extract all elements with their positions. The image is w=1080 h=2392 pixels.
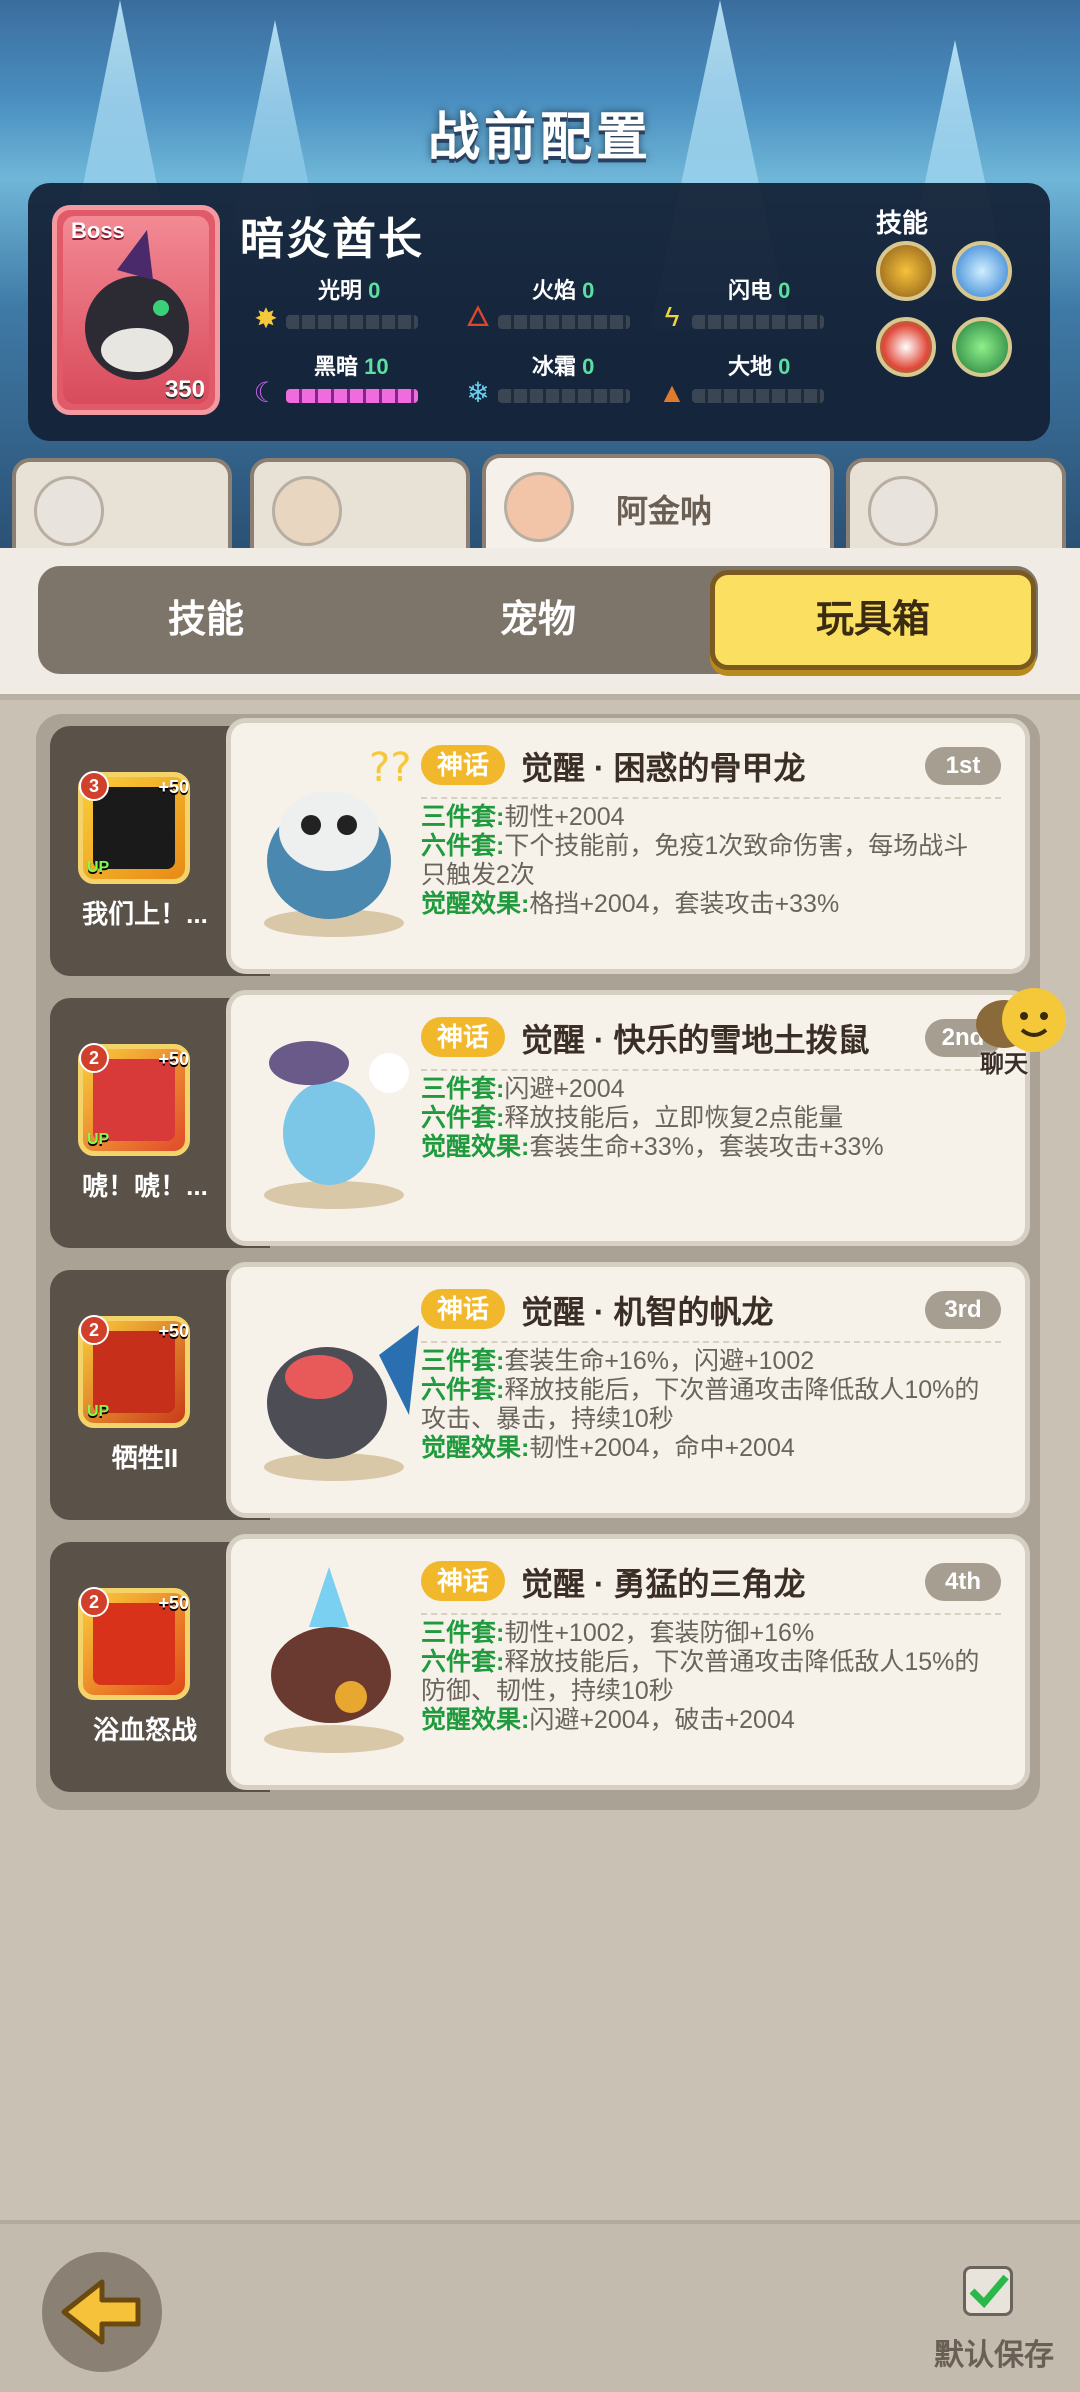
rarity-badge: 神话 [421, 1289, 505, 1329]
stat-earth: 大地 0 [728, 354, 791, 379]
boss-tag: Boss [71, 218, 125, 243]
stat-fire: 火焰 0 [532, 278, 595, 303]
sun-icon: ✸ [254, 303, 278, 334]
skill-icon: 2 +50 UP [78, 1315, 190, 1428]
page-title: 战前配置 [427, 109, 652, 167]
boss-skill-3[interactable] [876, 317, 936, 377]
character-avatar [504, 472, 574, 542]
toy-row: 2 +50 浴血怒战 神话 觉醒 · 勇猛的三角龙 4th 三件套:韧性+100… [50, 1530, 1030, 1792]
checkbox-icon[interactable] [963, 2266, 1013, 2316]
boss-info-panel: Boss 350 暗炎酋长 ✸ 光明 0 🜂 火焰 0 ϟ 闪电 0 ☾ 黑暗 … [28, 183, 1050, 441]
rank-badge: 4th [925, 1563, 1001, 1601]
toy-figure-image [264, 1041, 409, 1209]
moon-icon: ☾ [253, 377, 279, 408]
toy-card[interactable]: 神话 觉醒 · 机智的帆龙 3rd 三件套:套装生命+16%，闪避+1002 六… [226, 1262, 1030, 1518]
character-avatar [868, 476, 938, 546]
character-avatar [272, 476, 342, 546]
boss-level: 350 [164, 376, 205, 403]
skill-icon: 2 +50 [78, 1587, 190, 1700]
fire-icon: 🜂 [465, 301, 491, 332]
stat-light-bar [286, 315, 418, 329]
stat-lightning-bar [692, 315, 824, 329]
skill-name: 浴血怒战 [92, 1715, 197, 1745]
boss-skill-4[interactable] [952, 317, 1012, 377]
toy-description: 三件套:闪避+2004 六件套:释放技能后，立即恢复2点能量 觉醒效果:套装生命… [421, 1075, 884, 1161]
toy-row: 2 +50 UP 牺牲II 神话 觉醒 · 机智的帆龙 3rd 三件套:套装生命… [50, 1258, 1030, 1520]
skill-icon: 3 +50 UP [78, 771, 190, 884]
stat-dark-bar [286, 389, 418, 403]
boss-skill-1[interactable] [876, 241, 936, 301]
skill-icon: 2 +50 UP [78, 1043, 190, 1156]
stat-dark: 黑暗 10 [314, 354, 389, 379]
character-tab-3[interactable]: 阿金呐 [482, 454, 834, 548]
stat-fire-bar [498, 315, 630, 329]
toy-figure-image: ?? [264, 745, 411, 937]
tab-pet[interactable]: 宠物 [370, 570, 706, 670]
character-tab-2[interactable] [250, 458, 470, 548]
mountain-icon: ▲ [658, 377, 686, 408]
lightning-icon: ϟ [664, 301, 680, 332]
skill-name: 唬！唬！... [82, 1171, 208, 1201]
tab-skill[interactable]: 技能 [38, 570, 374, 670]
toy-card[interactable]: 神话 觉醒 · 快乐的雪地土拨鼠 2nd 三件套:闪避+2004 六件套:释放技… [226, 990, 1030, 1246]
toy-row: 2 +50 UP 唬！唬！... 神话 觉醒 · 快乐的雪地土拨鼠 2nd 三件… [50, 986, 1030, 1248]
toy-name: 觉醒 · 勇猛的三角龙 [521, 1566, 806, 1602]
toy-figure-image [264, 1567, 404, 1753]
character-name: 阿金呐 [616, 493, 713, 529]
character-tab-1[interactable] [12, 458, 232, 548]
stat-lightning: 闪电 0 [728, 278, 791, 303]
character-tab-4[interactable] [846, 458, 1066, 548]
boss-portrait[interactable]: Boss 350 [52, 205, 220, 415]
toy-card[interactable]: 神话 觉醒 · 勇猛的三角龙 4th 三件套:韧性+1002，套装防御+16% … [226, 1534, 1030, 1790]
arrow-left-icon [61, 2279, 141, 2345]
toy-description: 三件套:韧性+1002，套装防御+16% 六件套:释放技能后，下次普通攻击降低敌… [421, 1619, 980, 1734]
stat-light: 光明 0 [318, 278, 381, 303]
toy-name: 觉醒 · 困惑的骨甲龙 [521, 750, 806, 786]
snowflake-icon: ❄ [466, 377, 490, 408]
toy-row: 3 +50 UP 我们上！... ?? 神话 觉醒 · 困惑的骨甲龙 1st 三… [50, 714, 1030, 976]
segment-bar: 技能 宠物 玩具箱 [0, 548, 1080, 700]
toy-figure-image [264, 1325, 419, 1481]
rank-badge: 1st [925, 747, 1001, 785]
stat-ice-bar [498, 389, 630, 403]
bottom-bar: 默认保存 [0, 2220, 1080, 2392]
toy-name: 觉醒 · 快乐的雪地土拨鼠 [521, 1022, 870, 1058]
stat-earth-bar [692, 389, 824, 403]
rarity-badge: 神话 [421, 1561, 505, 1601]
toy-description: 三件套:套装生命+16%，闪避+1002 六件套:释放技能后，下次普通攻击降低敌… [421, 1347, 980, 1462]
toy-name: 觉醒 · 机智的帆龙 [521, 1294, 774, 1330]
rank-badge: 3rd [925, 1291, 1001, 1329]
toy-card[interactable]: ?? 神话 觉醒 · 困惑的骨甲龙 1st 三件套:韧性+2004 六件套:下个… [226, 718, 1030, 974]
rarity-badge: 神话 [421, 1017, 505, 1057]
boss-skills-label: 技能 [876, 208, 929, 238]
toy-list: 3 +50 UP 我们上！... ?? 神话 觉醒 · 困惑的骨甲龙 1st 三… [36, 714, 1040, 1810]
default-save-label: 默认保存 [934, 2339, 1054, 2372]
tab-toybox[interactable]: 玩具箱 [710, 570, 1036, 670]
back-button[interactable] [42, 2252, 162, 2372]
boss-name: 暗炎酋长 [240, 215, 424, 264]
stat-ice: 冰霜 0 [532, 354, 595, 379]
boss-skill-2[interactable] [952, 241, 1012, 301]
skill-name: 我们上！... [82, 899, 208, 929]
character-avatar [34, 476, 104, 546]
skill-name: 牺牲II [111, 1443, 179, 1473]
segment-control: 技能 宠物 玩具箱 [38, 566, 1038, 674]
svg-text:??: ?? [369, 745, 411, 791]
rarity-badge: 神话 [421, 745, 505, 785]
chat-label: 聊天 [980, 1051, 1028, 1078]
toy-description: 三件套:韧性+2004 六件套:下个技能前，免疫1次致命伤害，每场战斗只触发2次… [421, 803, 969, 918]
